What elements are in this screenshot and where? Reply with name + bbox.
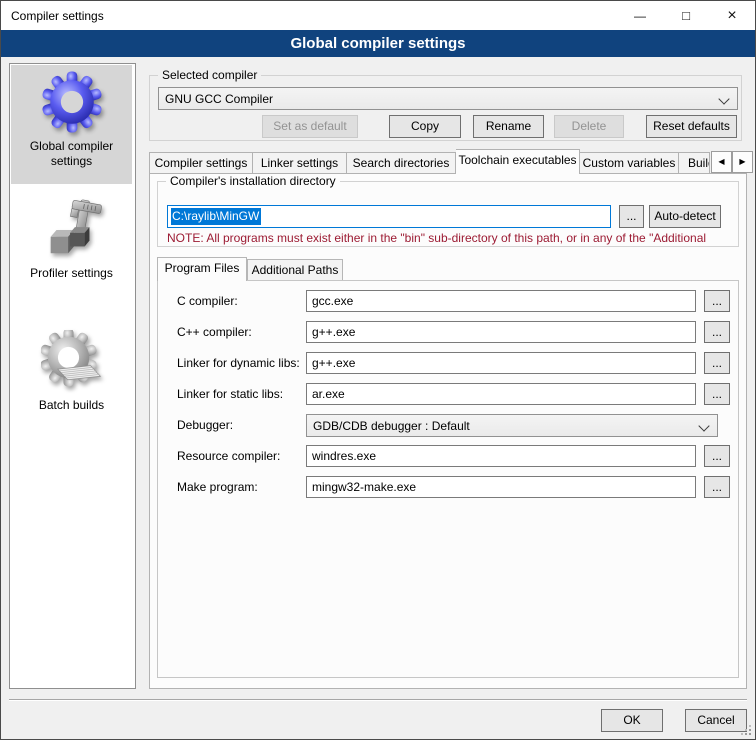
chevron-down-icon	[718, 93, 729, 104]
arrow-right-icon: ▶	[739, 157, 745, 166]
tab-linker-settings[interactable]: Linker settings	[253, 152, 347, 174]
cpp-compiler-browse-button[interactable]: ...	[704, 321, 730, 343]
set-as-default-button[interactable]: Set as default	[262, 115, 358, 138]
close-icon: ×	[727, 8, 736, 24]
installation-directory-input[interactable]: C:\raylib\MinGW	[167, 205, 611, 228]
blue-gear-icon	[41, 71, 103, 133]
footer-divider	[9, 699, 747, 701]
debugger-value: GDB/CDB debugger : Default	[313, 419, 470, 433]
installation-directory-value: C:\raylib\MinGW	[171, 208, 261, 225]
maximize-button[interactable]: □	[663, 1, 709, 30]
auto-detect-button[interactable]: Auto-detect	[649, 205, 721, 228]
resource-compiler-label: Resource compiler:	[177, 445, 280, 467]
reset-defaults-button[interactable]: Reset defaults	[646, 115, 737, 138]
debugger-combobox[interactable]: GDB/CDB debugger : Default	[306, 414, 718, 437]
settings-category-sidebar: Global compiler settings	[9, 63, 136, 689]
installation-directory-legend: Compiler's installation directory	[166, 174, 340, 188]
static-linker-label: Linker for static libs:	[177, 383, 283, 405]
delete-button[interactable]: Delete	[554, 115, 624, 138]
selected-compiler-value: GNU GCC Compiler	[165, 92, 273, 106]
c-compiler-input[interactable]	[306, 290, 696, 312]
resource-compiler-input[interactable]	[306, 445, 696, 467]
c-compiler-label: C compiler:	[177, 290, 238, 312]
tab-toolchain-executables[interactable]: Toolchain executables	[456, 149, 580, 174]
selected-compiler-combobox[interactable]: GNU GCC Compiler	[158, 87, 738, 110]
maximize-icon: □	[682, 9, 690, 22]
program-files-page: C compiler: ... C++ compiler: ... Linker…	[157, 280, 739, 678]
caliper-icon	[41, 198, 103, 260]
make-program-browse-button[interactable]: ...	[704, 476, 730, 498]
static-linker-browse-button[interactable]: ...	[704, 383, 730, 405]
tab-search-directories[interactable]: Search directories	[347, 152, 456, 174]
compiler-notebook-tabs: Compiler settings Linker settings Search…	[149, 149, 710, 174]
make-program-input[interactable]	[306, 476, 696, 498]
c-compiler-browse-button[interactable]: ...	[704, 290, 730, 312]
tab-scroll-left-button[interactable]: ◀	[711, 151, 732, 173]
copy-button[interactable]: Copy	[389, 115, 461, 138]
sidebar-item-batch-builds[interactable]: Batch builds	[11, 324, 132, 429]
sidebar-item-label: Batch builds	[11, 398, 132, 413]
tab-scroll-right-button[interactable]: ▶	[732, 151, 753, 173]
dynamic-linker-label: Linker for dynamic libs:	[177, 352, 300, 374]
cpp-compiler-label: C++ compiler:	[177, 321, 252, 343]
close-button[interactable]: ×	[709, 1, 755, 30]
tab-custom-variables[interactable]: Custom variables	[580, 152, 679, 174]
minimize-button[interactable]: —	[617, 1, 663, 30]
cancel-button[interactable]: Cancel	[685, 709, 747, 732]
subtab-program-files[interactable]: Program Files	[157, 257, 247, 281]
rename-button[interactable]: Rename	[473, 115, 544, 138]
arrow-left-icon: ◀	[718, 157, 724, 166]
browse-directory-button[interactable]: ...	[619, 205, 644, 228]
sidebar-item-label: Profiler settings	[11, 266, 132, 281]
sidebar-item-profiler-settings[interactable]: Profiler settings	[11, 192, 132, 292]
window-title: Compiler settings	[11, 9, 104, 23]
dynamic-linker-browse-button[interactable]: ...	[704, 352, 730, 374]
titlebar: Compiler settings — □ ×	[1, 1, 755, 30]
caption-buttons: — □ ×	[617, 1, 755, 30]
installation-note: NOTE: All programs must exist either in …	[167, 231, 727, 245]
gray-gear-papers-icon	[41, 330, 103, 392]
resource-compiler-browse-button[interactable]: ...	[704, 445, 730, 467]
subtab-additional-paths[interactable]: Additional Paths	[247, 259, 343, 281]
tab-build-options[interactable]: Build options	[679, 152, 710, 174]
minimize-icon: —	[634, 10, 646, 22]
ok-button[interactable]: OK	[601, 709, 663, 732]
cpp-compiler-input[interactable]	[306, 321, 696, 343]
dialog-header-title: Global compiler settings	[290, 35, 465, 52]
dialog-header: Global compiler settings	[1, 30, 755, 57]
toolchain-executables-page: Compiler's installation directory C:\ray…	[149, 173, 747, 689]
compiler-settings-window: Compiler settings — □ × Global compiler …	[0, 0, 756, 740]
sidebar-item-global-compiler-settings[interactable]: Global compiler settings	[11, 65, 132, 184]
selected-compiler-legend: Selected compiler	[158, 68, 261, 82]
dynamic-linker-input[interactable]	[306, 352, 696, 374]
resize-grip[interactable]	[739, 723, 751, 735]
make-program-label: Make program:	[177, 476, 258, 498]
chevron-down-icon	[698, 420, 709, 431]
static-linker-input[interactable]	[306, 383, 696, 405]
debugger-label: Debugger:	[177, 414, 233, 436]
sidebar-item-label: Global compiler settings	[11, 139, 132, 169]
tab-compiler-settings[interactable]: Compiler settings	[149, 152, 253, 174]
